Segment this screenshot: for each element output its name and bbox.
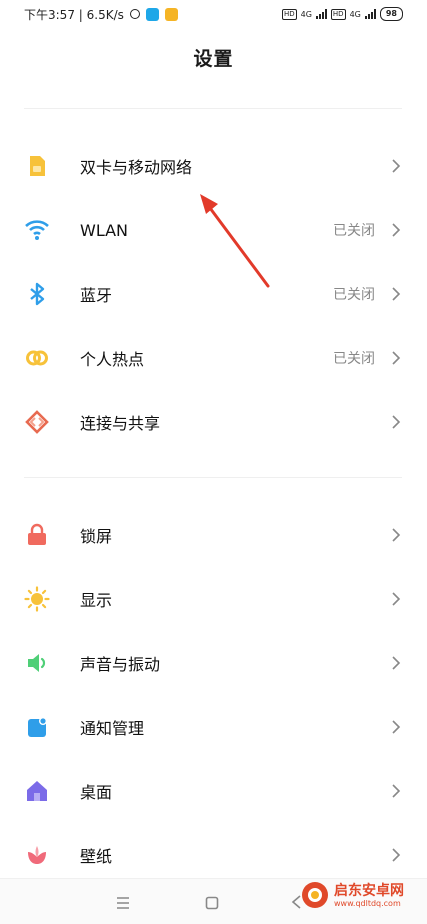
setting-display[interactable]: 显示 — [0, 567, 427, 631]
status-bar-left: 下午3:57 | 6.5K/s — [24, 6, 178, 23]
page-title: 设置 — [193, 48, 234, 70]
setting-home-screen[interactable]: 桌面 — [0, 759, 427, 823]
chevron-right-icon — [392, 592, 401, 606]
setting-bluetooth[interactable]: 蓝牙 已关闭 — [0, 262, 427, 326]
connection-share-icon — [25, 410, 49, 434]
divider — [24, 477, 402, 478]
setting-label: 锁屏 — [80, 527, 113, 546]
setting-wlan[interactable]: WLAN 已关闭 — [0, 198, 427, 262]
flower-icon — [28, 846, 46, 864]
signal-icon — [364, 9, 376, 19]
speaker-icon — [28, 654, 46, 672]
setting-label: 声音与振动 — [80, 655, 161, 674]
alarm-icon — [129, 9, 140, 19]
app-notification-icon — [145, 7, 159, 21]
status-bar-right: HD 4G HD 4G 98 — [281, 7, 403, 21]
bluetooth-icon — [30, 282, 45, 306]
lock-icon — [28, 523, 46, 545]
chevron-right-icon — [392, 784, 401, 798]
setting-value: 已关闭 — [333, 287, 375, 303]
setting-value: 已关闭 — [333, 351, 375, 367]
network-type: 4G — [300, 9, 312, 19]
chevron-right-icon — [392, 720, 401, 734]
setting-label: 桌面 — [80, 783, 113, 802]
setting-dual-sim[interactable]: 双卡与移动网络 — [0, 134, 427, 198]
chevron-right-icon — [392, 223, 401, 237]
watermark-text: 启东安卓网 — [334, 882, 404, 899]
watermark-text-group: 启东安卓网 www.qdltdq.com — [334, 883, 404, 908]
battery-icon: 98 — [379, 7, 403, 21]
watermark-logo-icon — [302, 882, 328, 908]
network-type: 4G — [349, 9, 361, 19]
chevron-right-icon — [392, 287, 401, 301]
watermark: 启东安卓网 www.qdltdq.com — [300, 880, 404, 910]
notification-icon — [28, 717, 47, 737]
setting-label: 通知管理 — [80, 719, 145, 738]
signal-icon — [315, 9, 327, 19]
menu-button[interactable] — [116, 897, 130, 909]
chevron-right-icon — [392, 159, 401, 173]
time-and-speed: 下午3:57 | 6.5K/s — [24, 7, 124, 22]
setting-value: 已关闭 — [333, 223, 375, 239]
sun-icon — [24, 586, 50, 612]
setting-connection-sharing[interactable]: 连接与共享 — [0, 390, 427, 454]
sim-card-icon — [30, 156, 45, 176]
setting-hotspot[interactable]: 个人热点 已关闭 — [0, 326, 427, 390]
setting-label: WLAN — [80, 220, 129, 240]
hd-badge: HD — [330, 8, 346, 20]
chevron-right-icon — [392, 415, 401, 429]
setting-label: 双卡与移动网络 — [80, 158, 193, 177]
status-bar: 下午3:57 | 6.5K/s HD 4G HD 4G 98 — [0, 0, 427, 28]
setting-label: 显示 — [80, 591, 113, 610]
wifi-icon — [25, 220, 49, 240]
setting-label: 个人热点 — [80, 350, 145, 369]
chevron-right-icon — [392, 848, 401, 862]
chevron-right-icon — [392, 528, 401, 542]
setting-notifications[interactable]: 通知管理 — [0, 695, 427, 759]
setting-label: 壁纸 — [80, 847, 113, 866]
hd-badge: HD — [281, 8, 297, 20]
hotspot-icon — [26, 350, 48, 366]
divider — [24, 108, 402, 109]
home-button[interactable] — [205, 896, 219, 910]
setting-label: 蓝牙 — [80, 286, 113, 305]
setting-label: 连接与共享 — [80, 414, 161, 433]
chevron-right-icon — [392, 351, 401, 365]
setting-lock-screen[interactable]: 锁屏 — [0, 503, 427, 567]
message-notification-icon — [164, 7, 178, 21]
watermark-url: www.qdltdq.com — [334, 898, 401, 908]
home-icon — [27, 781, 47, 801]
chevron-right-icon — [392, 656, 401, 670]
setting-sound[interactable]: 声音与振动 — [0, 631, 427, 695]
